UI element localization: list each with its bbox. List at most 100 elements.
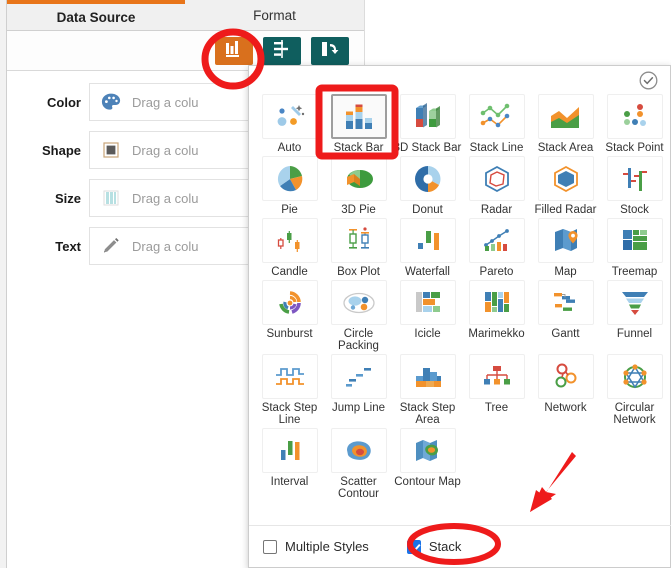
waterfall-icon (399, 218, 456, 263)
chart-type-grid: Auto Stack Bar 3D Stack Bar Stack Line S… (249, 92, 671, 527)
property-placeholder-size: Drag a colu (132, 190, 199, 206)
chart-type-filled-radar[interactable]: Filled Radar (532, 154, 600, 216)
chart-type-treemap[interactable]: Treemap (601, 216, 669, 278)
chart-type-label: Funnel (616, 328, 653, 340)
stack-step-line-icon (261, 354, 318, 399)
chart-type-label: Network (544, 402, 587, 414)
gantt-icon (537, 280, 594, 325)
chart-type-marimekko[interactable]: Marimekko (463, 278, 531, 352)
app-root: Data Source Format Color Drag a colu Sha… (0, 0, 671, 568)
axis-icon (272, 39, 292, 63)
chart-type-interval[interactable]: Interval (256, 426, 324, 500)
chart-type-button[interactable] (215, 37, 253, 65)
chart-type-label: Circular Network (613, 402, 656, 426)
chart-type-label: Donut (412, 204, 443, 216)
chart-type-stock[interactable]: Stock (601, 154, 669, 216)
axis-settings-button[interactable] (263, 37, 301, 65)
multiple-styles-label: Multiple Styles (285, 539, 369, 554)
sunburst-icon (261, 280, 318, 325)
chart-type-auto[interactable]: Auto (256, 92, 324, 154)
chart-type-stack-step-line[interactable]: Stack Step Line (256, 352, 324, 426)
auto-icon (261, 94, 318, 139)
stock-icon (606, 156, 663, 201)
tab-data-source[interactable]: Data Source (7, 0, 185, 31)
chart-type-stack-bar[interactable]: Stack Bar (325, 92, 393, 154)
jump-line-icon (330, 354, 387, 399)
chart-type-candle[interactable]: Candle (256, 216, 324, 278)
chart-type-label: Waterfall (405, 266, 450, 278)
chart-type-label: Marimekko (468, 328, 525, 340)
tab-data-source-label: Data Source (56, 10, 136, 25)
marimekko-icon (468, 280, 525, 325)
chart-type-label: Pie (281, 204, 298, 216)
chart-type-sunburst[interactable]: Sunburst (256, 278, 324, 352)
chart-type-label: Scatter Contour (338, 476, 379, 500)
stack-label: Stack (428, 539, 462, 554)
chart-type-row: Interval Scatter Contour Contour Map (255, 426, 666, 500)
multiple-styles-checkbox-box[interactable] (263, 539, 277, 554)
chart-type-contour-map[interactable]: Contour Map (394, 426, 462, 500)
circular-network-icon (606, 354, 663, 399)
treemap-icon (606, 218, 663, 263)
chart-type-3d-stack-bar[interactable]: 3D Stack Bar (394, 92, 462, 154)
checkbox-multiple-styles[interactable]: Multiple Styles (263, 539, 369, 554)
property-placeholder-text: Drag a colu (132, 238, 199, 254)
chart-type-scatter-contour[interactable]: Scatter Contour (325, 426, 393, 500)
map-icon (537, 218, 594, 263)
candle-icon (261, 218, 318, 263)
chart-type-label: Sunburst (266, 328, 313, 340)
chart-type-pie[interactable]: Pie (256, 154, 324, 216)
popup-header (247, 66, 670, 92)
property-placeholder-shape: Drag a colu (132, 142, 199, 158)
left-edge-rail (0, 0, 7, 568)
property-label-shape: Shape (41, 142, 81, 158)
stack-step-area-icon (399, 354, 456, 399)
checkbox-stack[interactable]: Stack (406, 539, 462, 554)
chart-type-radar[interactable]: Radar (463, 154, 531, 216)
chart-type-gantt[interactable]: Gantt (532, 278, 600, 352)
chart-type-map[interactable]: Map (532, 216, 600, 278)
pie-icon (261, 156, 318, 201)
panel-divider (364, 0, 365, 65)
chart-type-label: Filled Radar (534, 204, 597, 216)
tab-format[interactable]: Format (185, 0, 364, 31)
chart-type-pareto[interactable]: Pareto (463, 216, 531, 278)
chart-type-waterfall[interactable]: Waterfall (394, 216, 462, 278)
top-right-background (365, 0, 671, 65)
chart-type-donut[interactable]: Donut (394, 154, 462, 216)
chart-type-box-plot[interactable]: Box Plot (325, 216, 393, 278)
pareto-icon (468, 218, 525, 263)
palette-icon (90, 84, 132, 120)
stack-checkbox-box[interactable] (406, 539, 421, 554)
chart-type-stack-point[interactable]: Stack Point (601, 92, 669, 154)
filled-radar-icon (537, 156, 594, 201)
chart-type-icicle[interactable]: Icicle (394, 278, 462, 352)
chart-type-3d-pie[interactable]: 3D Pie (325, 154, 393, 216)
swap-axis-button[interactable] (311, 37, 349, 65)
chart-type-circular-network[interactable]: Circular Network (601, 352, 669, 426)
chart-type-row: Sunburst Circle Packing Icicle Marimekko… (255, 278, 666, 352)
interval-icon (261, 428, 318, 473)
chart-type-label: Jump Line (331, 402, 386, 414)
chart-type-stack-step-area[interactable]: Stack Step Area (394, 352, 462, 426)
chart-type-jump-line[interactable]: Jump Line (325, 352, 393, 426)
tab-format-label: Format (253, 8, 296, 23)
chart-type-label: Tree (484, 402, 509, 414)
chart-type-circle-packing[interactable]: Circle Packing (325, 278, 393, 352)
chart-type-stack-line[interactable]: Stack Line (463, 92, 531, 154)
property-label-color: Color (47, 94, 81, 110)
property-label-text: Text (55, 238, 81, 254)
stack-area-icon (537, 94, 594, 139)
chart-type-funnel[interactable]: Funnel (601, 278, 669, 352)
chart-type-label: Map (554, 266, 577, 278)
chart-type-label: Stack Step Line (261, 402, 318, 426)
chart-type-network[interactable]: Network (532, 352, 600, 426)
chart-type-row: Auto Stack Bar 3D Stack Bar Stack Line S… (255, 92, 666, 154)
check-circle-icon[interactable] (639, 71, 658, 90)
chart-type-tree[interactable]: Tree (463, 352, 531, 426)
pencil-icon (90, 228, 132, 264)
chart-type-row: Stack Step Line Jump Line Stack Step Are… (255, 352, 666, 426)
contour-map-icon (399, 428, 456, 473)
chart-type-stack-area[interactable]: Stack Area (532, 92, 600, 154)
tree-icon (468, 354, 525, 399)
